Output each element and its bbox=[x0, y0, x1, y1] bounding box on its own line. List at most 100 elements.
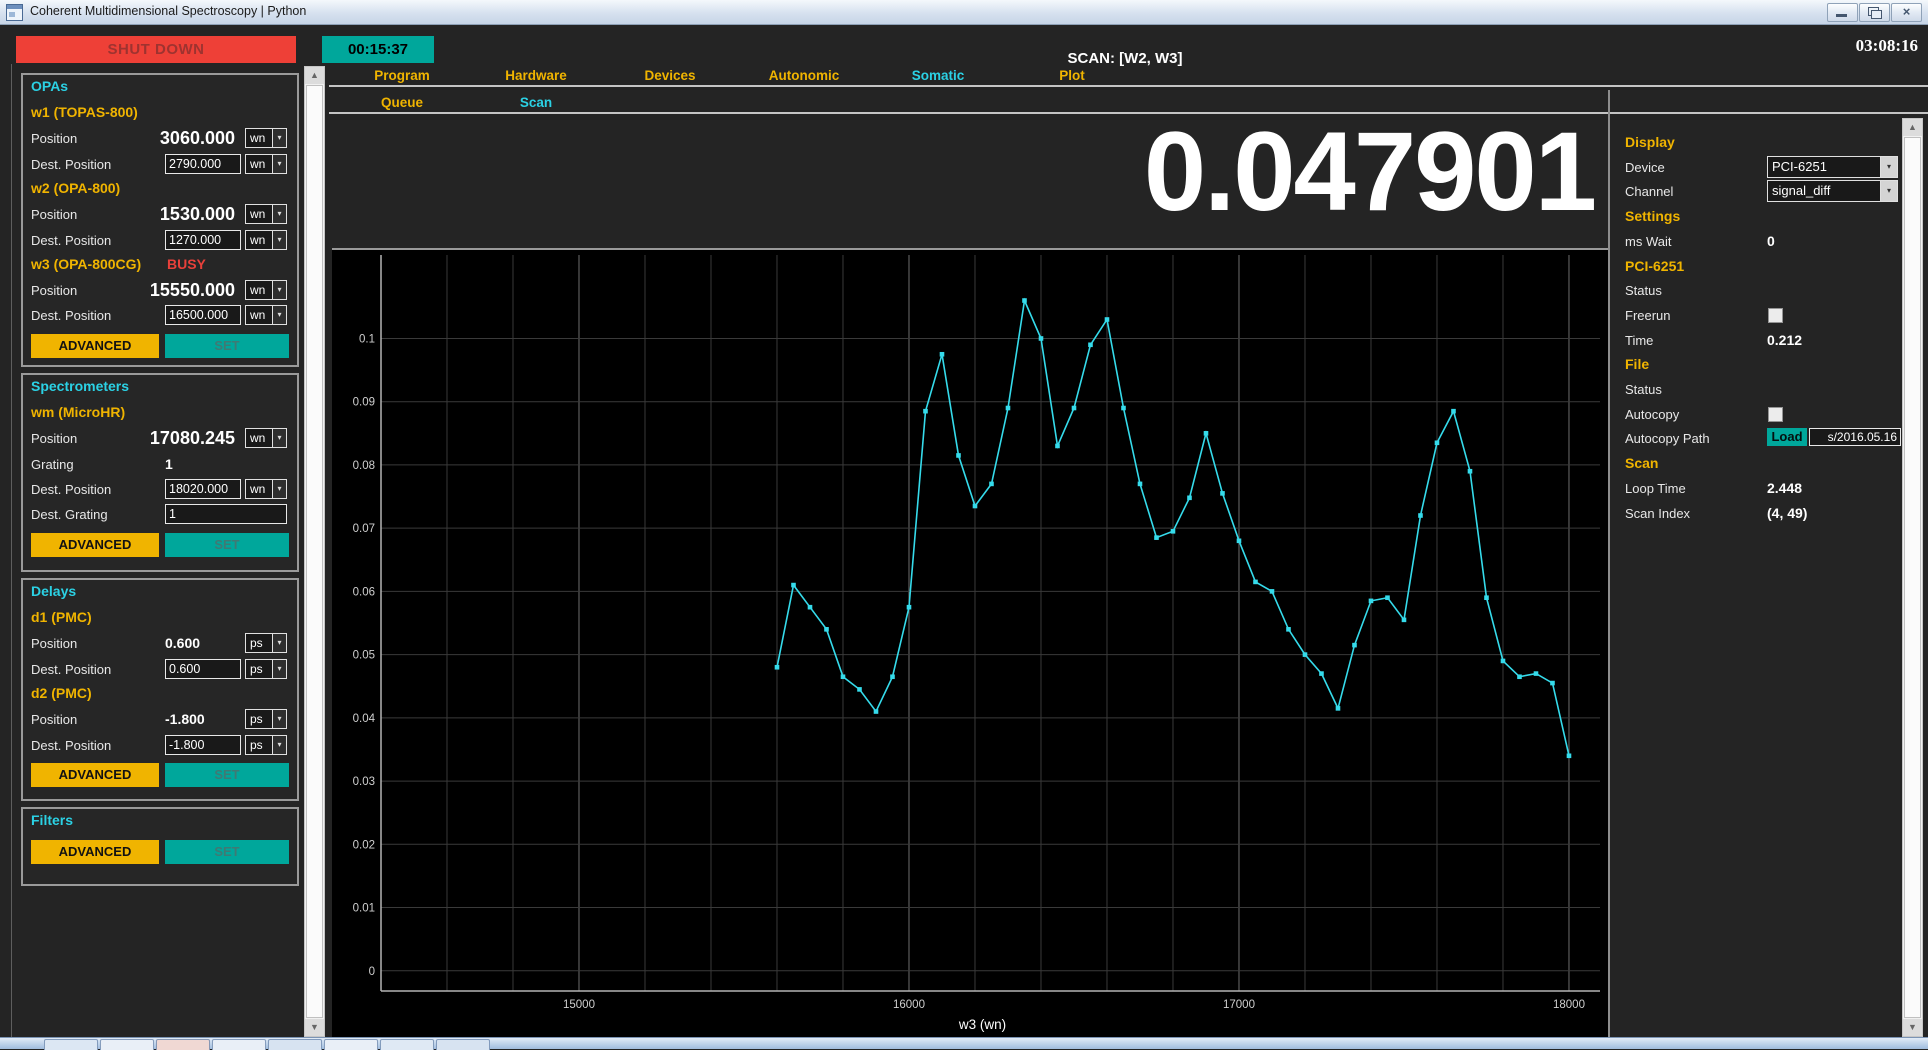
value-readout: 2.448 bbox=[1767, 480, 1802, 496]
tab-devices[interactable]: Devices bbox=[603, 68, 737, 83]
taskbar-item[interactable] bbox=[212, 1039, 266, 1050]
settings-row: ms Wait0 bbox=[1616, 230, 1898, 254]
load-button[interactable]: Load bbox=[1767, 428, 1807, 446]
settings-row: Freerun bbox=[1616, 304, 1898, 328]
tab-somatic[interactable]: Somatic bbox=[871, 68, 1005, 83]
y-tick-label: 0.1 bbox=[359, 333, 375, 345]
dest-position-input[interactable]: 0.600 bbox=[165, 659, 241, 679]
settings-scrollbar[interactable]: ▲ ▼ bbox=[1902, 118, 1923, 1037]
close-button[interactable]: × bbox=[1891, 3, 1922, 22]
advanced-button[interactable]: ADVANCED bbox=[31, 334, 159, 358]
data-point-marker bbox=[1336, 706, 1341, 711]
tab-program[interactable]: Program bbox=[335, 68, 469, 83]
unit-select-value: wn bbox=[246, 205, 272, 223]
chevron-down-icon: ▾ bbox=[272, 306, 286, 324]
row-label: ms Wait bbox=[1625, 234, 1671, 249]
scroll-up-icon[interactable]: ▲ bbox=[305, 67, 324, 84]
sidebar-scrollbar[interactable]: ▲ ▼ bbox=[304, 66, 325, 1037]
chevron-down-icon: ▾ bbox=[272, 480, 286, 498]
position-value: 0.600 bbox=[165, 635, 200, 651]
unit-select[interactable]: wn▾ bbox=[245, 479, 287, 499]
tab-autonomic[interactable]: Autonomic bbox=[737, 68, 871, 83]
row-label: Position bbox=[31, 131, 77, 146]
taskbar-item[interactable] bbox=[156, 1039, 210, 1050]
row-label: Autocopy Path bbox=[1625, 431, 1710, 446]
taskbar-item[interactable] bbox=[100, 1039, 154, 1050]
unit-select[interactable]: ps▾ bbox=[245, 659, 287, 679]
secondary-tab-underline bbox=[329, 112, 1928, 114]
restore-button[interactable] bbox=[1859, 3, 1890, 22]
scrollbar-thumb[interactable] bbox=[306, 85, 323, 1018]
hardware-name: wm (MicroHR) bbox=[31, 404, 125, 420]
data-point-marker bbox=[775, 665, 780, 670]
data-point-marker bbox=[1468, 469, 1473, 474]
taskbar-item[interactable] bbox=[268, 1039, 322, 1050]
unit-select[interactable]: wn▾ bbox=[245, 230, 287, 250]
dest-position-input[interactable]: 16500.000 bbox=[165, 305, 241, 325]
chevron-down-icon: ▾ bbox=[272, 736, 286, 754]
scroll-down-icon[interactable]: ▼ bbox=[1903, 1019, 1922, 1036]
taskbar-item[interactable] bbox=[380, 1039, 434, 1050]
dest-position-input[interactable]: -1.800 bbox=[165, 735, 241, 755]
unit-select[interactable]: ps▾ bbox=[245, 709, 287, 729]
settings-row: Autocopy Path Loads/2016.05.16 bbox=[1616, 427, 1898, 451]
taskbar-item[interactable] bbox=[436, 1039, 490, 1050]
scroll-up-icon[interactable]: ▲ bbox=[1903, 119, 1922, 136]
unit-select-value: ps bbox=[246, 736, 272, 754]
y-tick-label: 0.01 bbox=[353, 903, 375, 915]
device-select[interactable]: PCI-6251▾ bbox=[1767, 156, 1898, 178]
unit-select[interactable]: wn▾ bbox=[245, 154, 287, 174]
scrollbar-thumb[interactable] bbox=[1904, 137, 1921, 1018]
dest-position-input[interactable]: 1270.000 bbox=[165, 230, 241, 250]
x-tick-label: 15000 bbox=[563, 999, 595, 1011]
section-header: Scan bbox=[1625, 455, 1658, 471]
unit-select[interactable]: ps▾ bbox=[245, 633, 287, 653]
tab-scan[interactable]: Scan bbox=[469, 95, 603, 110]
unit-select[interactable]: wn▾ bbox=[245, 128, 287, 148]
acquisition-settings-panel: DisplayDevicePCI-6251▾Channelsignal_diff… bbox=[1616, 124, 1898, 1037]
row-label: Position bbox=[31, 712, 77, 727]
unit-select[interactable]: wn▾ bbox=[245, 280, 287, 300]
tab-hardware[interactable]: Hardware bbox=[469, 68, 603, 83]
taskbar-item[interactable] bbox=[324, 1039, 378, 1050]
autocopy-checkbox[interactable] bbox=[1768, 407, 1783, 422]
taskbar-item[interactable] bbox=[44, 1039, 98, 1050]
scan-title: SCAN: [W2, W3] bbox=[955, 50, 1295, 67]
y-tick-label: 0.07 bbox=[353, 523, 375, 535]
row-label: Freerun bbox=[1625, 308, 1671, 323]
advanced-button[interactable]: ADVANCED bbox=[31, 840, 159, 864]
x-axis-title: w3 (wn) bbox=[958, 1017, 1006, 1032]
os-taskbar[interactable] bbox=[0, 1037, 1928, 1049]
set-button[interactable]: SET bbox=[165, 533, 289, 557]
dest-position-input[interactable]: 2790.000 bbox=[165, 154, 241, 174]
data-point-marker bbox=[1418, 513, 1423, 518]
data-point-marker bbox=[1319, 671, 1324, 676]
set-button[interactable]: SET bbox=[165, 763, 289, 787]
advanced-button[interactable]: ADVANCED bbox=[31, 763, 159, 787]
chevron-down-icon: ▾ bbox=[1880, 157, 1897, 177]
data-point-marker bbox=[1138, 482, 1143, 487]
shutdown-button[interactable]: SHUT DOWN bbox=[16, 36, 296, 63]
panel-row: Dest. Position0.600ps▾ bbox=[23, 658, 293, 682]
autocopy-path-input[interactable]: s/2016.05.16 bbox=[1809, 428, 1901, 446]
scan-plot: 00.010.020.030.040.050.060.070.080.090.1… bbox=[332, 248, 1608, 1039]
dest-position-input[interactable]: 1 bbox=[165, 504, 287, 524]
data-point-marker bbox=[1501, 659, 1506, 664]
channel-select[interactable]: signal_diff▾ bbox=[1767, 180, 1898, 202]
tab-plot[interactable]: Plot bbox=[1005, 68, 1139, 83]
tab-queue[interactable]: Queue bbox=[335, 95, 469, 110]
row-label: Loop Time bbox=[1625, 481, 1686, 496]
unit-select[interactable]: ps▾ bbox=[245, 735, 287, 755]
set-button[interactable]: SET bbox=[165, 840, 289, 864]
unit-select-value: wn bbox=[246, 231, 272, 249]
minimize-button[interactable] bbox=[1827, 3, 1858, 22]
unit-select[interactable]: wn▾ bbox=[245, 428, 287, 448]
advanced-button[interactable]: ADVANCED bbox=[31, 533, 159, 557]
unit-select[interactable]: wn▾ bbox=[245, 204, 287, 224]
set-button[interactable]: SET bbox=[165, 334, 289, 358]
unit-select[interactable]: wn▾ bbox=[245, 305, 287, 325]
dest-position-input[interactable]: 18020.000 bbox=[165, 479, 241, 499]
scroll-down-icon[interactable]: ▼ bbox=[305, 1019, 324, 1036]
freerun-checkbox[interactable] bbox=[1768, 308, 1783, 323]
data-point-marker bbox=[890, 674, 895, 679]
